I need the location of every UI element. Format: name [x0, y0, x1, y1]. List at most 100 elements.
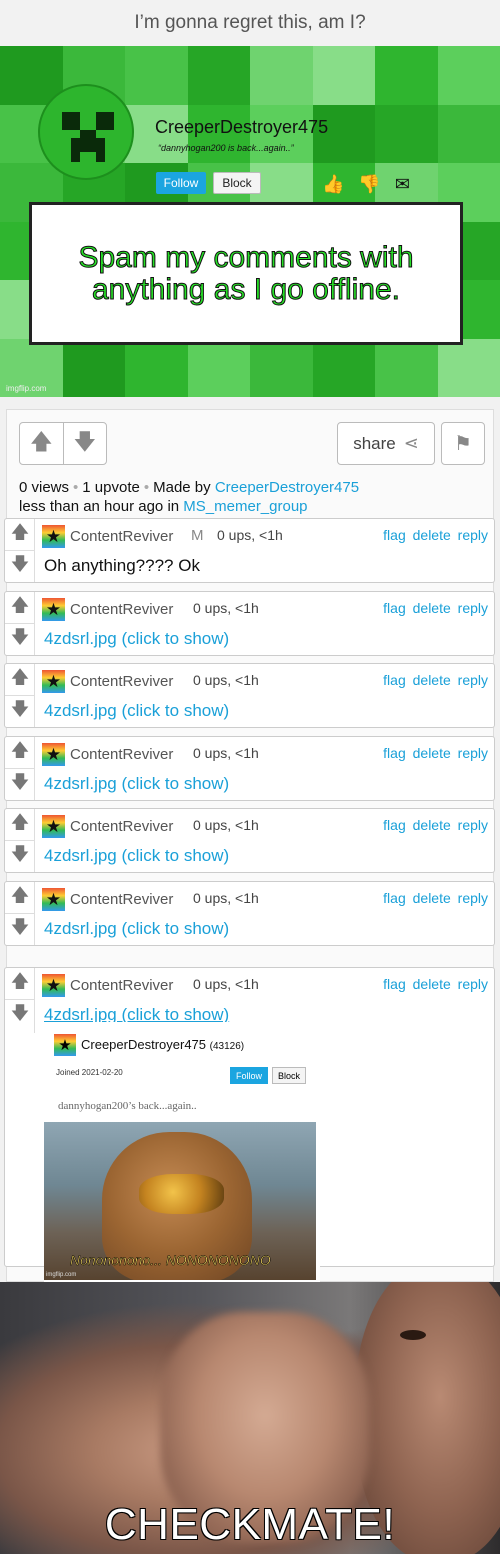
share-icon: ⋖	[403, 433, 419, 453]
comment-username[interactable]: ContentReviver	[70, 528, 173, 545]
downvote-arrow-icon[interactable]: 🡇	[5, 696, 35, 728]
announcement-image: CreeperDestroyer475 “dannyhogan200 is ba…	[0, 46, 500, 397]
image-link[interactable]: 4zdsrl.jpg (click to show)	[44, 774, 229, 794]
upvote-arrow-icon[interactable]: 🡅	[5, 664, 35, 696]
comment-username[interactable]: ContentReviver	[70, 818, 173, 835]
comment-actions[interactable]: flag delete reply	[383, 890, 488, 906]
envelope-icon: ✉	[394, 174, 410, 194]
downvote-arrow-icon[interactable]: 🡇	[5, 624, 35, 656]
top-caption: I’m gonna regret this, am I?	[0, 0, 500, 46]
announcement-follow-button: Follow	[156, 172, 206, 194]
image-link[interactable]: 4zdsrl.jpg (click to show)	[44, 846, 229, 866]
upvote-arrow-icon[interactable]: 🡅	[5, 519, 35, 551]
embedded-profile-image: ★ CreeperDestroyer475 (43126) Joined 202…	[44, 1022, 320, 1282]
mod-badge: M	[191, 527, 204, 544]
checkmate-meme-image: CHECKMATE!	[0, 1282, 500, 1554]
comment-ups: 0 ups, <1h	[193, 600, 259, 616]
upvote-arrow-icon[interactable]: 🡅	[5, 968, 35, 1000]
thumbs-up-icon: 👍	[322, 174, 345, 194]
tile	[437, 338, 500, 397]
embed-joined: Joined 2021-02-20	[56, 1068, 123, 1077]
upvote-arrow-icon[interactable]: 🡅	[5, 737, 35, 769]
image-link[interactable]: 4zdsrl.jpg (click to show)	[44, 629, 229, 649]
comment-username[interactable]: ContentReviver	[70, 746, 173, 763]
comment-username[interactable]: ContentReviver	[70, 891, 173, 908]
embed-follow-button: Follow	[230, 1067, 268, 1084]
comment-ups: 0 ups, <1h	[193, 976, 259, 992]
image-caption: Nonononono... NONONONONO	[70, 1252, 271, 1269]
comment-ups: 0 ups, <1h	[193, 672, 259, 688]
watermark: imgflip.com	[6, 384, 47, 393]
comment-actions[interactable]: flag delete reply	[383, 600, 488, 616]
announcement-message: Spam my comments with anything as I go o…	[29, 202, 463, 345]
avatar[interactable]: ★	[42, 974, 65, 997]
comment-actions[interactable]: flag delete reply	[383, 745, 488, 761]
tile	[437, 46, 500, 105]
image-link[interactable]: 4zdsrl.jpg (click to show)	[44, 919, 229, 939]
share-label: share	[353, 433, 396, 453]
tile	[250, 46, 313, 105]
flag-icon: ⚑	[454, 433, 472, 455]
embed-bio: dannyhogan200’s back...again..	[58, 1100, 197, 1112]
post-vote-buttons: 🡅 🡇	[19, 422, 107, 465]
comment-ups: 0 ups, <1h	[193, 817, 259, 833]
comment-actions[interactable]: flag delete reply	[383, 672, 488, 688]
upvote-count: 1 upvote	[82, 479, 140, 496]
avatar[interactable]: ★	[42, 525, 65, 548]
post-meta: 0 views • 1 upvote • Made by CreeperDestroye…	[19, 479, 360, 515]
share-button[interactable]: share ⋖	[337, 422, 435, 465]
comment-username[interactable]: ContentReviver	[70, 977, 173, 994]
group-link[interactable]: MS_memer_group	[183, 498, 307, 515]
comment-item: 🡅 🡇 ★ ContentReviver 0 ups, <1h flag dele…	[4, 663, 495, 728]
comment-ups: 0 ups, <1h	[217, 527, 283, 543]
downvote-arrow-icon[interactable]: 🡇	[5, 1000, 35, 1032]
tile	[375, 338, 438, 397]
avatar[interactable]: ★	[42, 670, 65, 693]
meme-caption: CHECKMATE!	[104, 1500, 396, 1549]
downvote-arrow-icon[interactable]: 🡇	[5, 841, 35, 873]
downvote-arrow-icon[interactable]: 🡇	[5, 551, 35, 583]
comment-ups: 0 ups, <1h	[193, 890, 259, 906]
flag-button[interactable]: ⚑	[441, 422, 485, 465]
avatar[interactable]: ★	[42, 815, 65, 838]
avatar[interactable]: ★	[42, 743, 65, 766]
embed-username: CreeperDestroyer475 (43126)	[81, 1037, 245, 1052]
author-link[interactable]: CreeperDestroyer475	[215, 479, 359, 496]
tile	[125, 338, 188, 397]
image-link[interactable]: 4zdsrl.jpg (click to show)	[44, 701, 229, 721]
announcement-icons: 👍 👎 ✉	[322, 174, 410, 195]
upvote-arrow-icon[interactable]: 🡅	[20, 423, 64, 464]
tile	[125, 46, 188, 105]
downvote-arrow-icon[interactable]: 🡇	[5, 914, 35, 946]
downvote-arrow-icon[interactable]: 🡇	[5, 769, 35, 801]
embed-block-button: Block	[272, 1067, 306, 1084]
comment-username[interactable]: ContentReviver	[70, 673, 173, 690]
creeper-face-icon	[38, 84, 134, 180]
visor	[139, 1174, 224, 1214]
avatar[interactable]: ★	[42, 888, 65, 911]
comment-ups: 0 ups, <1h	[193, 745, 259, 761]
made-by-label: Made by	[153, 479, 211, 496]
thumbs-down-icon: 👎	[358, 174, 381, 194]
comment-item: 🡅 🡇 ★ ContentReviver 0 ups, <1h flag dele…	[4, 736, 495, 801]
tile	[187, 338, 250, 397]
tile	[375, 46, 438, 105]
upvote-arrow-icon[interactable]: 🡅	[5, 592, 35, 624]
comment-username[interactable]: ContentReviver	[70, 601, 173, 618]
announcement-username: CreeperDestroyer475	[155, 117, 329, 137]
helmet-meme-image: Nonononono... NONONONONO imgflip.com	[44, 1122, 316, 1280]
upvote-arrow-icon[interactable]: 🡅	[5, 809, 35, 841]
upvote-arrow-icon[interactable]: 🡅	[5, 882, 35, 914]
tile	[312, 338, 375, 397]
comment-body: Oh anything???? Ok	[44, 556, 200, 575]
comment-actions[interactable]: flag delete reply	[383, 817, 488, 833]
comment-actions[interactable]: flag delete reply	[383, 527, 488, 543]
tile	[312, 46, 375, 105]
announcement-bio: “dannyhogan200 is back...again..”	[158, 143, 294, 153]
announcement-block-button: Block	[213, 172, 261, 194]
time-label: less than an hour ago in	[19, 498, 180, 515]
downvote-arrow-icon[interactable]: 🡇	[64, 423, 107, 464]
avatar: ★	[54, 1034, 76, 1056]
avatar[interactable]: ★	[42, 598, 65, 621]
comment-actions[interactable]: flag delete reply	[383, 976, 488, 992]
